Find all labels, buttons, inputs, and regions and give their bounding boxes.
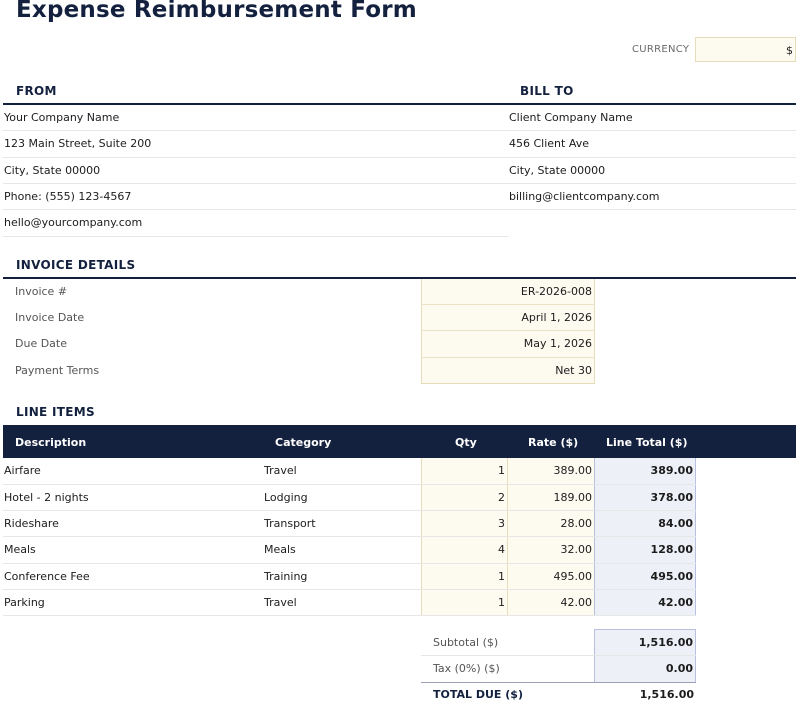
- column-header-line-total: Line Total ($): [606, 436, 688, 449]
- table-cell-category[interactable]: Meals: [264, 543, 296, 556]
- table-cell-line-total: 378.00: [594, 485, 696, 511]
- currency-label: CURRENCY: [632, 44, 690, 55]
- from-line[interactable]: City, State 00000: [4, 164, 100, 177]
- bill-to-line[interactable]: 456 Client Ave: [509, 137, 589, 150]
- row-divider: [3, 615, 696, 616]
- table-cell-qty[interactable]: 4: [421, 537, 508, 563]
- invoice-date-label: Invoice Date: [15, 311, 85, 324]
- bill-to-heading: BILL TO: [520, 84, 574, 98]
- row-divider: [508, 209, 796, 210]
- bill-to-line[interactable]: City, State 00000: [509, 164, 605, 177]
- from-line[interactable]: Phone: (555) 123-4567: [4, 190, 131, 203]
- row-divider: [3, 130, 508, 131]
- payment-terms-label: Payment Terms: [15, 364, 100, 377]
- row-divider: [508, 157, 796, 158]
- table-cell-line-total: 389.00: [594, 458, 696, 485]
- table-cell-description[interactable]: Rideshare: [4, 517, 59, 530]
- column-header-description: Description: [15, 436, 87, 449]
- table-cell-qty[interactable]: 3: [421, 511, 508, 537]
- subtotal-label: Subtotal ($): [433, 636, 499, 649]
- total-due-value: 1,516.00: [639, 688, 694, 701]
- column-header-category: Category: [275, 436, 332, 449]
- from-line[interactable]: Your Company Name: [4, 111, 119, 124]
- table-cell-line-total: 84.00: [594, 511, 696, 537]
- table-cell-qty[interactable]: 1: [421, 590, 508, 616]
- invoice-details-heading: INVOICE DETAILS: [16, 258, 136, 272]
- table-cell-category[interactable]: Travel: [264, 596, 297, 609]
- table-cell-rate[interactable]: 42.00: [508, 590, 595, 616]
- total-due-label: TOTAL DUE ($): [433, 688, 523, 701]
- column-header-rate: Rate ($): [528, 436, 579, 449]
- bill-to-line[interactable]: billing@clientcompany.com: [509, 190, 660, 203]
- table-cell-line-total: 42.00: [594, 590, 696, 616]
- from-line[interactable]: 123 Main Street, Suite 200: [4, 137, 151, 150]
- row-divider: [3, 209, 508, 210]
- currency-field[interactable]: $: [695, 37, 796, 62]
- tax-label: Tax (0%) ($): [433, 662, 500, 675]
- tax-value: 0.00: [594, 656, 696, 682]
- due-date-field[interactable]: May 1, 2026: [421, 331, 595, 357]
- table-cell-description[interactable]: Meals: [4, 543, 36, 556]
- line-items-heading: LINE ITEMS: [16, 405, 95, 419]
- invoice-date-field[interactable]: April 1, 2026: [421, 305, 595, 331]
- from-line[interactable]: hello@yourcompany.com: [4, 216, 142, 229]
- table-cell-rate[interactable]: 189.00: [508, 485, 595, 511]
- bill-to-line[interactable]: Client Company Name: [509, 111, 633, 124]
- table-cell-description[interactable]: Airfare: [4, 464, 41, 477]
- table-cell-rate[interactable]: 389.00: [508, 458, 595, 484]
- section-rule: [3, 103, 796, 105]
- row-divider: [508, 183, 796, 184]
- table-cell-rate[interactable]: 495.00: [508, 564, 595, 590]
- table-cell-qty[interactable]: 2: [421, 485, 508, 511]
- table-cell-description[interactable]: Hotel - 2 nights: [4, 491, 89, 504]
- row-divider: [3, 236, 508, 237]
- payment-terms-field[interactable]: Net 30: [421, 358, 595, 384]
- due-date-label: Due Date: [15, 337, 67, 350]
- page-title: Expense Reimbursement Form: [16, 0, 417, 23]
- row-divider: [3, 183, 508, 184]
- table-cell-description[interactable]: Parking: [4, 596, 45, 609]
- row-divider: [3, 157, 508, 158]
- table-cell-line-total: 495.00: [594, 564, 696, 590]
- table-cell-category[interactable]: Training: [264, 570, 307, 583]
- table-cell-line-total: 128.00: [594, 537, 696, 563]
- subtotal-value: 1,516.00: [594, 629, 696, 656]
- section-rule: [3, 277, 796, 279]
- table-cell-rate[interactable]: 28.00: [508, 511, 595, 537]
- invoice-number-label: Invoice #: [15, 285, 68, 298]
- table-cell-category[interactable]: Transport: [264, 517, 316, 530]
- table-cell-qty[interactable]: 1: [421, 458, 508, 484]
- table-cell-category[interactable]: Lodging: [264, 491, 308, 504]
- table-cell-qty[interactable]: 1: [421, 564, 508, 590]
- row-divider: [508, 130, 796, 131]
- from-heading: FROM: [16, 84, 57, 98]
- table-cell-category[interactable]: Travel: [264, 464, 297, 477]
- column-header-qty: Qty: [455, 436, 477, 449]
- table-cell-description[interactable]: Conference Fee: [4, 570, 90, 583]
- table-cell-rate[interactable]: 32.00: [508, 537, 595, 563]
- invoice-number-field[interactable]: ER-2026-008: [421, 279, 595, 305]
